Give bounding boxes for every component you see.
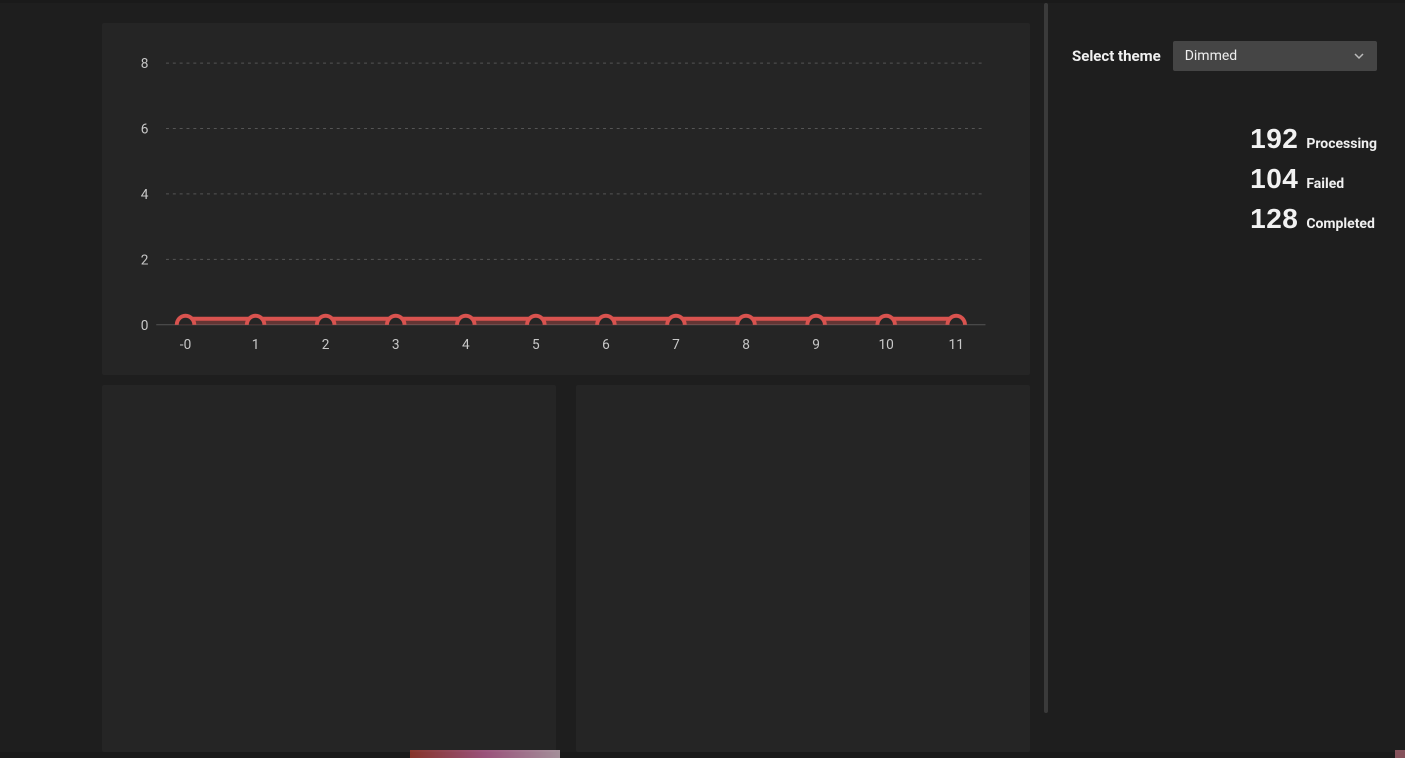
decor-strip xyxy=(1395,750,1405,758)
svg-text:0: 0 xyxy=(141,318,149,334)
svg-text:2: 2 xyxy=(322,337,330,353)
decor-strip xyxy=(410,750,560,758)
stat-failed-label: Failed xyxy=(1306,176,1344,192)
chart-area: 0 2 4 6 8 -0 1 2 3 4 5 6 7 8 9 10 11 xyxy=(127,53,1005,355)
main-panel: 0 2 4 6 8 -0 1 2 3 4 5 6 7 8 9 10 11 xyxy=(82,3,1050,752)
svg-text:6: 6 xyxy=(602,337,610,353)
theme-select[interactable]: Dimmed xyxy=(1173,41,1377,71)
svg-text:5: 5 xyxy=(532,337,540,353)
svg-text:4: 4 xyxy=(141,187,149,203)
svg-text:1: 1 xyxy=(252,337,260,353)
empty-card-1 xyxy=(102,385,556,752)
svg-text:9: 9 xyxy=(812,337,820,353)
empty-card-2 xyxy=(576,385,1030,752)
secondary-row xyxy=(102,385,1030,752)
svg-text:8: 8 xyxy=(742,337,750,353)
theme-row: Select theme Dimmed xyxy=(1072,41,1377,71)
svg-text:8: 8 xyxy=(141,56,149,72)
theme-label: Select theme xyxy=(1072,47,1161,65)
stat-completed-label: Completed xyxy=(1306,216,1375,232)
line-chart: 0 2 4 6 8 -0 1 2 3 4 5 6 7 8 9 10 11 xyxy=(127,53,1005,355)
stat-processing-label: Processing xyxy=(1306,136,1377,152)
left-gutter xyxy=(0,3,82,752)
svg-text:7: 7 xyxy=(672,337,680,353)
svg-text:3: 3 xyxy=(392,337,400,353)
stat-processing-value: 192 xyxy=(1250,123,1298,155)
svg-text:10: 10 xyxy=(878,337,893,353)
stats-block: 192 Processing 104 Failed 128 Completed xyxy=(1250,123,1377,235)
svg-text:6: 6 xyxy=(141,121,149,137)
stat-completed: 128 Completed xyxy=(1250,203,1377,235)
stat-processing: 192 Processing xyxy=(1250,123,1377,155)
scrollbar[interactable] xyxy=(1044,3,1048,713)
svg-text:-0: -0 xyxy=(180,337,191,353)
chart-card: 0 2 4 6 8 -0 1 2 3 4 5 6 7 8 9 10 11 xyxy=(102,23,1030,375)
stat-failed-value: 104 xyxy=(1250,163,1298,195)
theme-select-value: Dimmed xyxy=(1185,48,1237,64)
workspace: 0 2 4 6 8 -0 1 2 3 4 5 6 7 8 9 10 11 Select theme Dimmed… xyxy=(0,3,1405,752)
stat-completed-value: 128 xyxy=(1250,203,1298,235)
svg-text:4: 4 xyxy=(462,337,470,353)
sidebar: Select theme Dimmed 192 Processing 104 F… xyxy=(1050,3,1405,752)
svg-text:2: 2 xyxy=(141,252,149,268)
stat-failed: 104 Failed xyxy=(1250,163,1377,195)
chevron-down-icon xyxy=(1353,50,1365,62)
svg-text:11: 11 xyxy=(949,337,964,353)
